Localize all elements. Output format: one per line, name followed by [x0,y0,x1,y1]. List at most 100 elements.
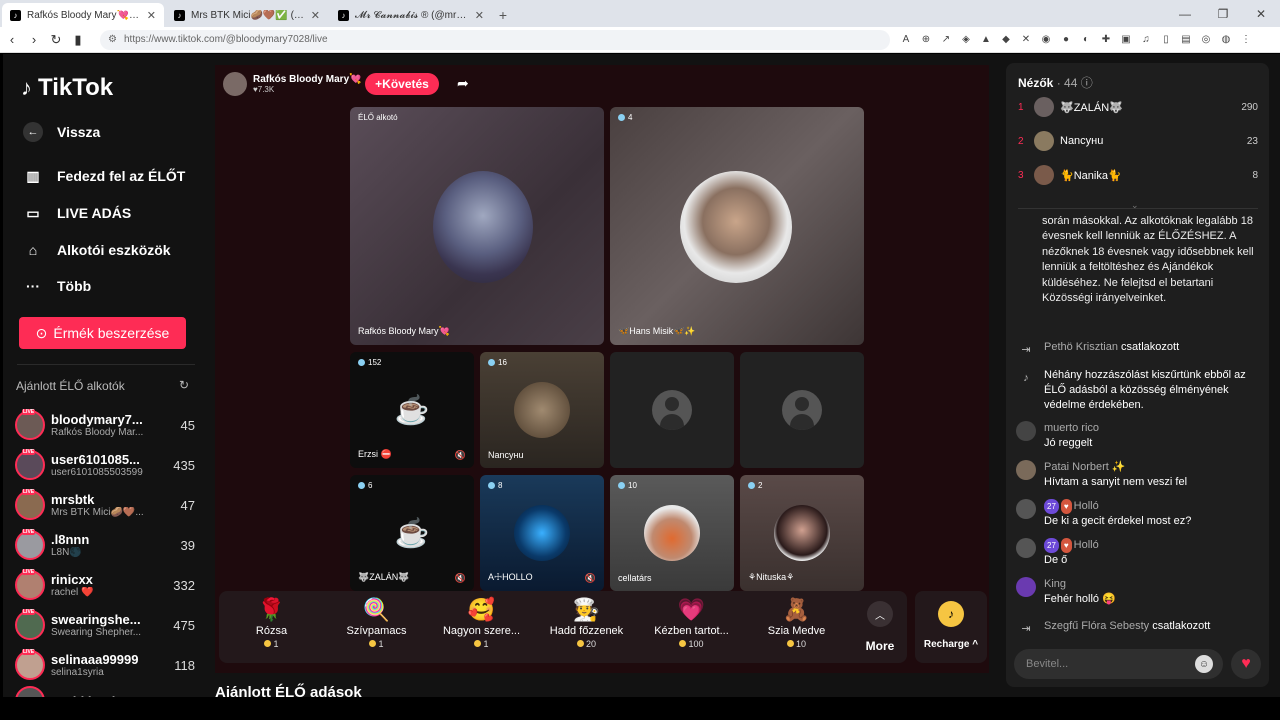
extension-4-icon[interactable]: ● [1058,32,1074,48]
guest-tile[interactable]: 16 Nancyнu [480,352,604,468]
creator-item[interactable]: LIVE mrsbtk Mrs BTK Mici🥔🤎... 47 [15,486,195,524]
username[interactable]: muerto rico [1044,421,1099,436]
viewer-count: 332 [173,577,195,593]
extension-5-icon[interactable]: ◐ [1078,32,1094,48]
heart-like-button[interactable]: ♥ [1231,649,1261,679]
tiktok-note-icon: ♪ [21,75,32,100]
chat-input[interactable]: Bevitel... [1014,649,1223,679]
top-viewer-row[interactable]: 1 🐺ZALÁN🐺 290 [1018,95,1258,119]
menu-icon[interactable]: ⋮ [1238,32,1254,48]
extension-2-icon[interactable]: ✕ [1018,32,1034,48]
wallet-icon[interactable]: ▤ [1178,32,1194,48]
guest-tile[interactable]: 152 ☕ Erzsi ⛔ 🔇 [350,352,474,468]
recharge-button[interactable]: ♪ Recharge ^ [915,591,987,663]
sidebar-icon[interactable]: ▯ [1158,32,1174,48]
new-tab-button[interactable]: + [492,3,514,27]
alert-icon[interactable]: ▲ [978,32,994,48]
creator-item[interactable]: LIVE swearingshe... Swearing Shepher... 4… [15,606,195,644]
reload-icon[interactable]: ↻ [46,32,66,48]
username[interactable]: Holló [1074,539,1099,551]
vpn-icon[interactable]: ◎ [1198,32,1214,48]
extension-1-icon[interactable]: ◆ [998,32,1014,48]
host-video-tile[interactable]: ÉLŐ alkotó Rafkós Bloody Mary💘 [350,107,604,345]
get-coins-button[interactable]: ⊙ Érmék beszerzése [19,317,186,349]
avatar[interactable] [1016,538,1036,558]
creator-item[interactable]: LIVE user6101085... user6101085503599 435 [15,446,195,484]
emoji-icon[interactable]: ☺ [1195,655,1213,673]
creator-nickname: selina1syria [51,667,104,678]
restore-icon[interactable]: ❐ [1204,7,1242,21]
username[interactable]: King [1044,577,1116,592]
extension-6-icon[interactable]: ▣ [1118,32,1134,48]
avatar[interactable] [1016,499,1036,519]
browser-tab-2[interactable]: ♪ Mrs BTK Mici🥔🤎✅ (@mrsbtk) ✕ [166,3,328,27]
chevron-down-icon[interactable]: ⌄ [1131,200,1139,211]
follow-button[interactable]: +Követés [365,73,439,95]
host-info[interactable]: Rafkós Bloody Mary💘 ♥7.3K [223,72,362,96]
guest-tile[interactable]: 6 ☕ 🐺ZALÁN🐺 🔇 [350,475,474,591]
creator-item[interactable]: LIVE rinicxx rachel ❤️ 332 [15,566,195,604]
puzzle-icon[interactable]: ✚ [1098,32,1114,48]
back-nav-item[interactable]: ← Vissza [23,122,100,142]
avatar[interactable] [1016,460,1036,480]
gift-item-let-them-cook[interactable]: 🧑‍🍳 Hadd főzzenek 20 [534,591,639,663]
close-icon[interactable]: ✕ [147,9,156,22]
creator-item[interactable]: yeahkingdom [15,682,195,697]
creator-item[interactable]: LIVE .l8nnn L8N🌑 39 [15,526,195,564]
zoom-icon[interactable]: ⊕ [918,32,934,48]
avatar[interactable] [1016,577,1036,597]
shield-icon[interactable]: ◈ [958,32,974,48]
bookmark-icon[interactable]: ▮ [68,32,88,48]
avatar: LIVE [15,449,45,480]
translate-icon[interactable]: A [898,32,914,48]
nav-explore-live[interactable]: ▥ Fedezd fel az ÉLŐT [23,166,185,186]
nav-creator-tools[interactable]: ⌂ Alkotói eszközök [23,240,171,260]
back-icon[interactable]: ‹ [2,32,22,47]
gift-item-heart-puff[interactable]: 🍭 Szívpamacs 1 [324,591,429,663]
empty-seat-tile[interactable] [610,352,734,468]
site-info-icon[interactable]: ⚙ [108,34,124,45]
guest-tile[interactable]: 10 cellatárs [610,475,734,591]
more-gifts-button[interactable]: ︿ More [856,591,904,663]
guest-tile[interactable]: 2 ⚘Nituska⚘ [740,475,864,591]
nav-more[interactable]: ··· Több [23,276,91,296]
gift-item-love-you[interactable]: 🥰 Nagyon szere... 1 [429,591,534,663]
avatar[interactable] [1016,421,1036,441]
community-rules-text: során másokkal. Az alkotóknak legalább 1… [1042,215,1254,305]
browser-tab-3[interactable]: ♪ 𝓜𝓻 𝓒𝓪𝓷𝓷𝓪𝓫𝓲𝓼 ® (@mrcannabis_) ✕ [330,3,492,27]
creator-item[interactable]: LIVE selinaaa99999 selina1syria 118 [15,646,195,684]
close-icon[interactable]: ✕ [475,9,484,22]
refresh-icon[interactable]: ↻ [179,378,189,392]
tiktok-logo[interactable]: ♪ TikTok [21,74,113,102]
browser-tab-1[interactable]: ♪ Rafkós Bloody Mary💘 (@bl ✕ [2,3,164,27]
gift-item-hi-bear[interactable]: 🧸 Szia Medve 10 [744,591,849,663]
guest-tile[interactable]: 8 A☩HOLLO 🔇 [480,475,604,591]
host-avatar[interactable] [223,72,247,96]
close-window-icon[interactable]: ✕ [1242,7,1280,21]
info-icon[interactable]: ⓘ [1081,76,1093,90]
music-icon[interactable]: ♫ [1138,32,1154,48]
share-page-icon[interactable]: ↗ [938,32,954,48]
url-field[interactable]: ⚙ https://www.tiktok.com/@bloodymary7028… [100,29,890,50]
share-icon[interactable]: ➦ [457,75,469,92]
username[interactable]: Pethö Krisztian [1044,341,1118,353]
top-viewer-row[interactable]: 2 Nancyнu 23 [1018,129,1258,153]
creator-item[interactable]: LIVE bloodymary7... Rafkós Bloody Mar... … [15,406,195,444]
gift-item-rose[interactable]: 🌹 Rózsa 1 [219,591,324,663]
diamond-icon [358,482,365,489]
username[interactable]: Holló [1074,500,1099,512]
avatar: LIVE [15,489,45,520]
profile-icon[interactable]: ◍ [1218,32,1234,48]
gift-item-heart-in-hand[interactable]: 💗 Kézben tartot... 100 [639,591,744,663]
extension-3-icon[interactable]: ◉ [1038,32,1054,48]
forward-icon[interactable]: › [24,32,44,47]
guest-video-tile[interactable]: 4 🦋Hans Misik🦋✨ [610,107,864,345]
top-viewer-row[interactable]: 3 🐈Nanika🐈 8 [1018,163,1258,187]
empty-seat-tile[interactable] [740,352,864,468]
minimize-icon[interactable]: — [1166,7,1204,21]
username[interactable]: Patai Norbert ✨ [1044,460,1187,475]
username[interactable]: Szegfű Flóra Sebesty [1044,620,1149,632]
mic-muted-icon: 🔇 [584,573,596,583]
nav-go-live[interactable]: ▭ LIVE ADÁS [23,203,131,223]
close-icon[interactable]: ✕ [311,9,320,22]
